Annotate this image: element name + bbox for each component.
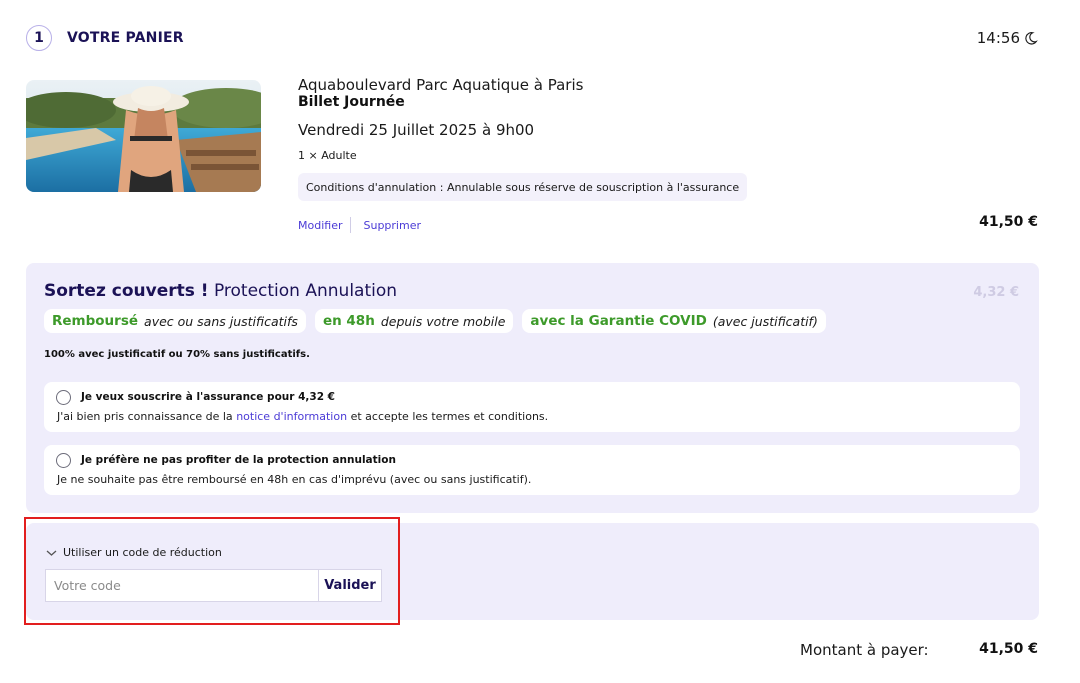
delete-link[interactable]: Supprimer — [363, 219, 421, 232]
step-number-badge: 1 — [26, 25, 52, 51]
protection-title: Sortez couverts ! Protection Annulation — [44, 281, 397, 301]
decline-description: Je ne souhaite pas être remboursé en 48h… — [57, 473, 532, 486]
total-label: Montant à payer: — [800, 641, 929, 659]
benefit-strong: en 48h — [322, 313, 375, 329]
protection-note: 100% avec justificatif ou 70% sans justi… — [44, 349, 310, 360]
benefit-chip: Remboursé avec ou sans justificatifs — [44, 309, 306, 333]
visit-date: Vendredi 25 Juillet 2025 à 9h00 — [298, 121, 535, 139]
ticket-type: Billet Journée — [298, 94, 405, 110]
benefit-strong: avec la Garantie COVID — [530, 313, 707, 329]
decline-radio[interactable] — [56, 453, 71, 468]
protection-title-rest: Protection Annulation — [213, 281, 398, 301]
timer-value: 14:56 — [976, 29, 1020, 47]
subscribe-radio[interactable] — [56, 390, 71, 405]
protection-title-bold: Sortez couverts ! — [44, 281, 209, 301]
decline-title: Je préfère ne pas profiter de la protect… — [81, 454, 396, 466]
option-decline[interactable]: Je préfère ne pas profiter de la protect… — [44, 445, 1020, 495]
ticket-quantity: 1 × Adulte — [298, 149, 357, 162]
protection-benefits: Remboursé avec ou sans justificatifs en … — [44, 309, 826, 333]
highlight-box — [24, 517, 400, 625]
item-actions: Modifier Supprimer — [298, 217, 421, 233]
benefit-detail: avec ou sans justificatifs — [144, 313, 298, 329]
subscribe-title: Je veux souscrire à l'assurance pour 4,3… — [81, 391, 335, 403]
product-name: Aquaboulevard Parc Aquatique à Paris — [298, 76, 584, 94]
benefit-detail: depuis votre mobile — [380, 313, 506, 329]
cart-title: VOTRE PANIER — [67, 30, 184, 46]
cancellation-protection-panel: Sortez couverts ! Protection Annulation … — [26, 263, 1039, 513]
moon-icon — [1025, 32, 1038, 45]
product-image — [26, 80, 261, 192]
item-price: 41,50 € — [979, 214, 1038, 230]
benefit-strong: Remboursé — [52, 313, 139, 329]
subscribe-desc-after: et accepte les termes et conditions. — [350, 410, 549, 423]
total-amount: 41,50 € — [979, 641, 1038, 657]
divider — [350, 217, 352, 233]
protection-price: 4,32 € — [973, 285, 1019, 300]
option-subscribe[interactable]: Je veux souscrire à l'assurance pour 4,3… — [44, 382, 1020, 432]
session-timer: 14:56 — [977, 29, 1038, 47]
benefit-chip: en 48h depuis votre mobile — [314, 309, 514, 333]
benefit-detail: (avec justificatif) — [712, 313, 818, 329]
subscribe-description: J'ai bien pris connaissance de la notice… — [57, 410, 548, 423]
subscribe-desc-before: J'ai bien pris connaissance de la — [57, 410, 233, 423]
benefit-chip: avec la Garantie COVID (avec justificati… — [522, 309, 826, 333]
cancellation-conditions: Conditions d'annulation : Annulable sous… — [298, 173, 748, 201]
modify-link[interactable]: Modifier — [298, 219, 342, 232]
information-notice-link[interactable]: notice d'information — [236, 410, 347, 423]
